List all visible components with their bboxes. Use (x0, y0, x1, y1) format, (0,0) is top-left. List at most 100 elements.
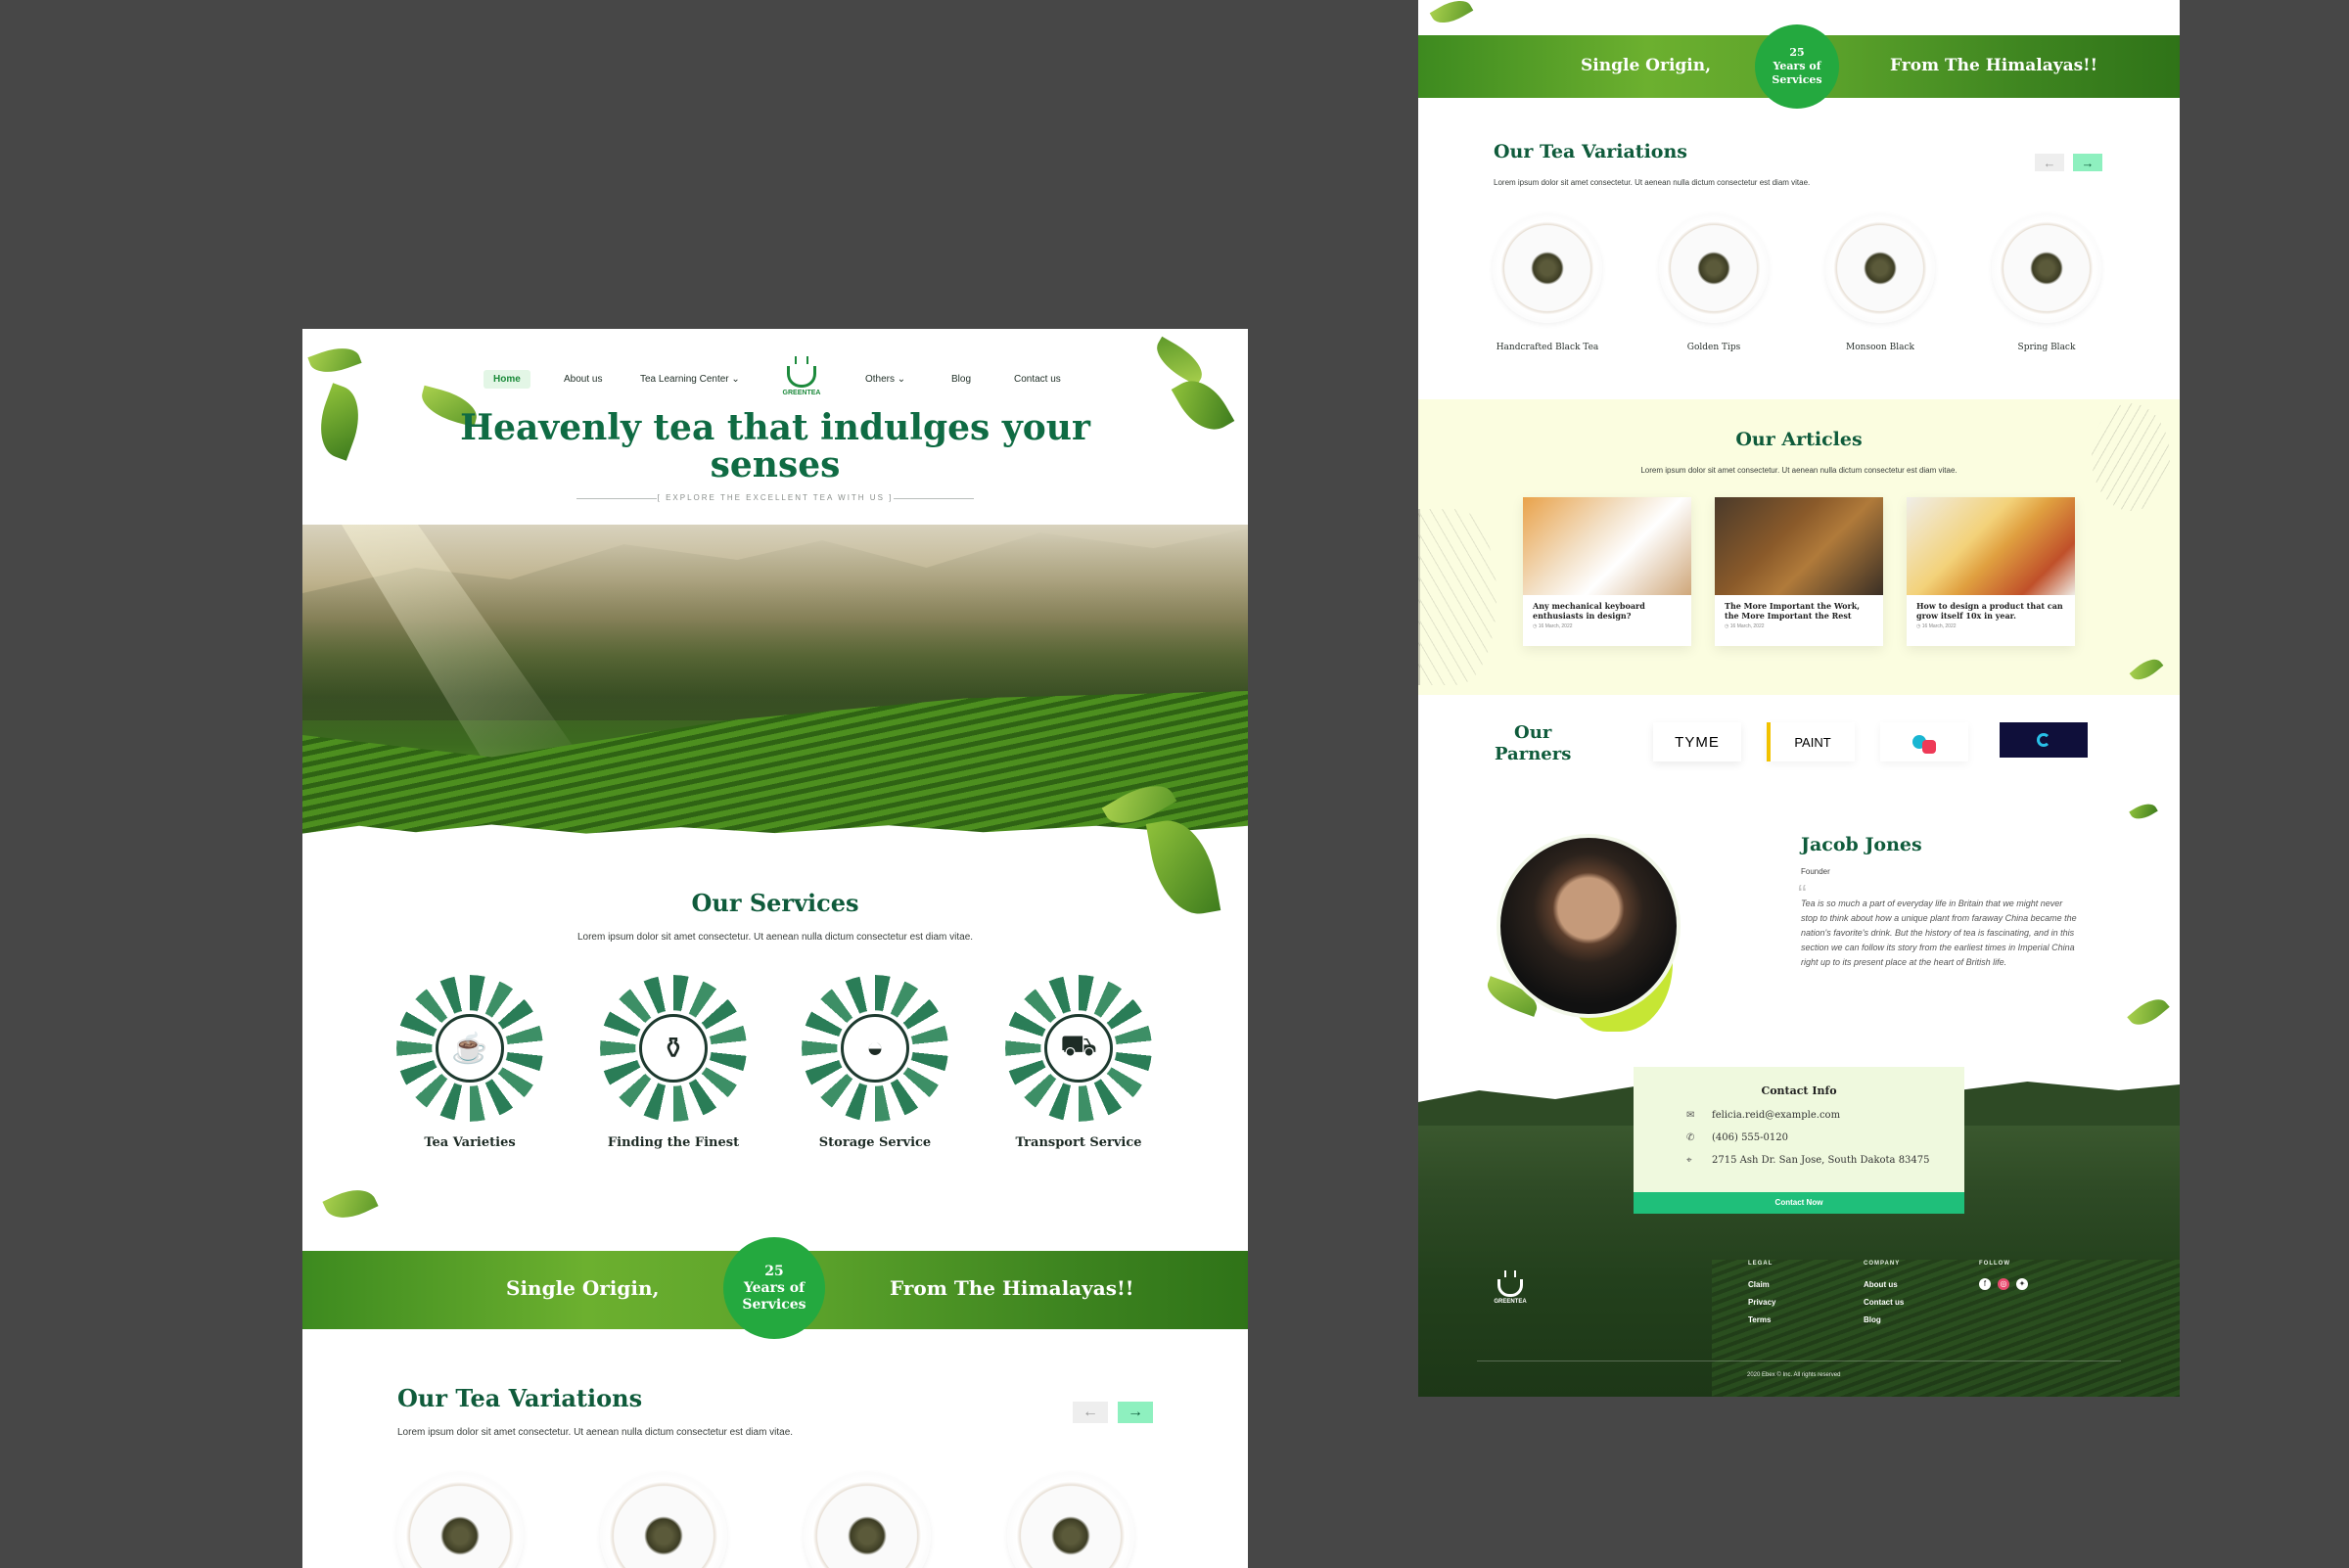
contact-now-button[interactable]: Contact Now (1634, 1192, 1964, 1214)
next-arrow-button[interactable]: → (2073, 154, 2102, 171)
contact-info-card: Contact Info ✉ felicia.reid@example.com … (1634, 1067, 1964, 1214)
facebook-icon[interactable]: f (1979, 1278, 1991, 1290)
testimonial-name: Jacob Jones (1801, 834, 1922, 855)
variations-desc: Lorem ipsum dolor sit amet consectetur. … (397, 1427, 794, 1438)
footer-logo-text: GREENTEA (1494, 1299, 1527, 1305)
partner-shapes-icon (1922, 740, 1936, 754)
partners-title-line2: Parners (1495, 744, 1572, 764)
article-card[interactable]: The More Important the Work, the More Im… (1715, 497, 1883, 646)
service-item[interactable]: ☕ Tea Varieties (387, 975, 553, 1150)
article-date: ◷ 16 March, 2022 (1907, 621, 2075, 632)
contact-title: Contact Info (1761, 1084, 1837, 1097)
banner-right-text: From The Himalayas!! (1890, 56, 2098, 75)
steam-icon (1504, 1270, 1516, 1277)
tea-plate-image[interactable] (396, 1472, 524, 1568)
partners-title: Our Parners (1495, 722, 1571, 765)
footer-link-privacy[interactable]: Privacy (1748, 1298, 1775, 1307)
avatar (1497, 834, 1681, 1018)
service-item[interactable]: ⛟ Transport Service (995, 975, 1162, 1150)
nav-contact[interactable]: Contact us (1014, 374, 1061, 385)
hero-title: Heavenly tea that indulges your senses (302, 409, 1248, 484)
tea-name: Monsoon Black (1846, 343, 1914, 352)
nav-about[interactable]: About us (564, 374, 602, 385)
teacup-logo-icon (1497, 1279, 1523, 1297)
tea-plate-image[interactable] (1992, 213, 2101, 323)
tea-plate-image[interactable] (1825, 213, 1935, 323)
hero-subtitle: [ EXPLORE THE EXCELLENT TEA WITH US ] (576, 493, 974, 502)
footer-legal-heading: LEGAL (1748, 1261, 1773, 1267)
footer-divider (1477, 1360, 2121, 1361)
partner-logo-paint[interactable]: PAINT (1767, 722, 1855, 761)
footer-logo[interactable]: GREENTEA (1489, 1270, 1532, 1305)
footer-copyright: 2020 Ebex © Inc. All rights reserved (1747, 1372, 1841, 1378)
teacup-icon: ☕ (436, 1014, 504, 1083)
footer-link-blog[interactable]: Blog (1864, 1315, 1881, 1324)
variations-desc: Lorem ipsum dolor sit amet consectetur. … (1494, 178, 1811, 187)
footer-follow-heading: FOLLOW (1979, 1261, 2010, 1267)
phone-icon: ✆ (1686, 1132, 1695, 1143)
next-arrow-button[interactable]: → (1118, 1402, 1153, 1423)
site-logo[interactable]: GREENTEA (780, 356, 823, 396)
nav-learning-label: Tea Learning Center (640, 374, 729, 385)
nav-others[interactable]: Others ⌄ (865, 374, 905, 385)
footer-link-contact[interactable]: Contact us (1864, 1298, 1904, 1307)
badge-line: Services (1772, 73, 1822, 86)
article-card[interactable]: How to design a product that can grow it… (1907, 497, 2075, 646)
homepage-lower-mockup: Single Origin, From The Himalayas!! 25 Y… (1418, 0, 2180, 1397)
tea-plate-image[interactable] (600, 1472, 727, 1568)
partner-logo-shapes[interactable] (1880, 722, 1968, 761)
leaf-decoration (322, 1180, 379, 1227)
badge-number: 25 (1789, 46, 1805, 59)
twitter-icon[interactable]: ✦ (2016, 1278, 2028, 1290)
hero-landscape-image (302, 525, 1248, 838)
banner-right-text: From The Himalayas!! (890, 1276, 1134, 1300)
nav-blog[interactable]: Blog (951, 374, 971, 385)
botanical-sketch-left (1418, 509, 1497, 685)
badge-line: Services (742, 1296, 806, 1313)
contact-phone[interactable]: (406) 555-0120 (1712, 1132, 1788, 1143)
badge-line: Years of (743, 1279, 806, 1296)
chevron-down-icon: ⌄ (897, 374, 906, 385)
teacup-logo-icon (787, 366, 816, 388)
tea-plate-image[interactable] (1007, 1472, 1134, 1568)
article-title: How to design a product that can grow it… (1916, 601, 2063, 621)
article-card[interactable]: Any mechanical keyboard enthusiasts in d… (1523, 497, 1691, 646)
article-date-text: 16 March, 2022 (1538, 623, 1573, 629)
banner-left-text: Single Origin, (1581, 56, 1712, 75)
service-item[interactable]: ⚱ Finding the Finest (590, 975, 757, 1150)
article-date: ◷ 16 March, 2022 (1715, 621, 1883, 632)
prev-arrow-button[interactable]: ← (1073, 1402, 1108, 1423)
location-pin-icon: ⌖ (1686, 1155, 1692, 1166)
footer-link-claim[interactable]: Claim (1748, 1280, 1770, 1289)
partner-logo-tyme[interactable]: TYME (1653, 722, 1741, 761)
homepage-mockup: Home About us Tea Learning Center ⌄ GREE… (302, 329, 1248, 1568)
services-desc: Lorem ipsum dolor sit amet consectetur. … (576, 932, 974, 943)
prev-arrow-button[interactable]: ← (2035, 154, 2064, 171)
service-label: Transport Service (1015, 1135, 1142, 1150)
service-item[interactable]: ◒ Storage Service (792, 975, 958, 1150)
partner-c-icon (2037, 733, 2050, 747)
nav-learning[interactable]: Tea Learning Center ⌄ (640, 374, 740, 385)
mail-icon: ✉ (1686, 1110, 1695, 1121)
variations-title: Our Tea Variations (397, 1384, 643, 1412)
nav-home[interactable]: Home (484, 370, 530, 389)
years-badge: 25 Years of Services (1755, 24, 1839, 109)
botanical-sketch-right (2092, 403, 2170, 511)
partner-logo-dark[interactable] (2000, 722, 2088, 758)
tea-name: Spring Black (2017, 343, 2076, 352)
contact-email[interactable]: felicia.reid@example.com (1712, 1110, 1840, 1121)
tea-plate-image[interactable] (804, 1472, 931, 1568)
variations-title: Our Tea Variations (1494, 141, 1687, 162)
instagram-icon[interactable]: ◎ (1998, 1278, 2009, 1290)
chevron-down-icon: ⌄ (731, 374, 740, 385)
article-image (1715, 497, 1883, 595)
tea-name: Golden Tips (1686, 343, 1741, 352)
tea-plate-image[interactable] (1659, 213, 1769, 323)
articles-title: Our Articles (1735, 429, 1863, 450)
tea-plate-image[interactable] (1493, 213, 1602, 323)
footer-company-heading: COMPANY (1864, 1261, 1901, 1267)
steam-icon (795, 356, 808, 364)
footer-link-about[interactable]: About us (1864, 1280, 1898, 1289)
footer-link-terms[interactable]: Terms (1748, 1315, 1771, 1324)
partners-title-line1: Our (1514, 722, 1552, 743)
